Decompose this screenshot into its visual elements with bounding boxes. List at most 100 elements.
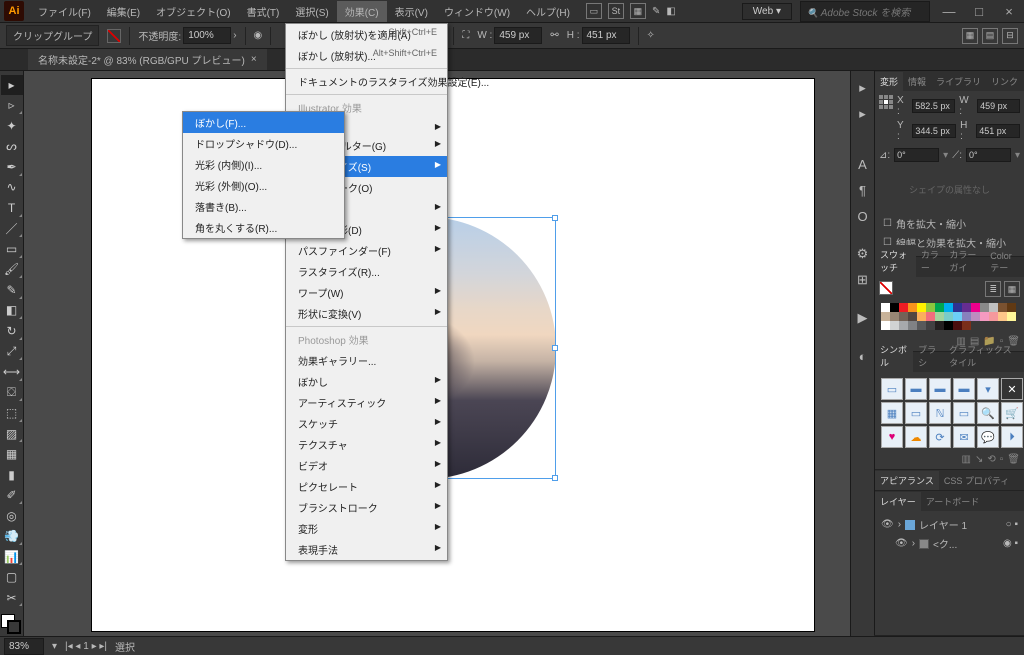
no-fill-icon[interactable]	[107, 29, 121, 43]
thumb-view-icon[interactable]: ▦	[1004, 281, 1020, 297]
workspace-switcher[interactable]: Web ▾	[742, 3, 792, 20]
resize-handle[interactable]	[552, 215, 558, 221]
symbol-item[interactable]: ℕ	[929, 402, 951, 424]
swatch-lib-icon[interactable]: ▥	[956, 336, 965, 347]
tab-artboards[interactable]: アートボード	[921, 492, 984, 511]
swatch[interactable]	[953, 312, 962, 321]
symbol-action-icon[interactable]: ↘	[975, 454, 983, 465]
menu-item[interactable]: 表現手法▶	[286, 539, 447, 560]
menu-help[interactable]: ヘルプ(H)	[518, 1, 578, 22]
menu-item[interactable]: ドキュメントのラスタライズ効果設定(E)...	[286, 71, 447, 92]
menu-view[interactable]: 表示(V)	[387, 1, 436, 22]
swatch[interactable]	[917, 321, 926, 330]
menu-item[interactable]: ぼかし (放射状)を適用(A)Shift+Ctrl+E	[286, 24, 447, 45]
symbol-action-icon[interactable]: ▫	[1000, 454, 1004, 465]
swatch[interactable]	[899, 303, 908, 312]
target-icon[interactable]: ◉ ▪	[1003, 538, 1018, 549]
arrange-docs-icon[interactable]: ▦	[962, 28, 978, 44]
layer-name[interactable]: レイヤー 1	[919, 517, 967, 532]
menu-item[interactable]: ラスタライズ(R)...	[286, 261, 447, 282]
symbol-item[interactable]: ⟳	[929, 426, 951, 448]
menu-edit[interactable]: 編集(E)	[99, 1, 148, 22]
visibility-toggle[interactable]: 👁	[895, 538, 908, 549]
symbol-item[interactable]: ▭	[905, 402, 927, 424]
line-tool[interactable]: ／	[1, 219, 23, 239]
dock-icon[interactable]: ◐	[852, 345, 874, 367]
zoom-level[interactable]: 83%	[4, 638, 44, 655]
dock-icon[interactable]: ▸	[852, 103, 874, 125]
menu-item[interactable]: テクスチャ▶	[286, 434, 447, 455]
swatch[interactable]	[899, 312, 908, 321]
menu-select[interactable]: 選択(S)	[287, 1, 336, 22]
scale-tool[interactable]: ⤢	[1, 342, 23, 362]
swatch[interactable]	[1007, 312, 1016, 321]
tab-swatches[interactable]: スウォッチ	[875, 245, 916, 277]
pen-tool[interactable]: ✒	[1, 157, 23, 177]
swatch[interactable]	[881, 303, 890, 312]
menu-item[interactable]: アーティスティック▶	[286, 392, 447, 413]
tab-appearance[interactable]: アピアランス	[875, 471, 939, 490]
swatch[interactable]	[935, 312, 944, 321]
minimize-button[interactable]: —	[938, 4, 960, 19]
adobe-stock-search[interactable]: 🔍 Adobe Stock を検索	[800, 1, 930, 22]
swatch-options-icon[interactable]: ▤	[970, 336, 979, 347]
menu-item[interactable]: ぼかし (放射状)...Alt+Shift+Ctrl+E	[286, 45, 447, 66]
symbol-item[interactable]: ▾	[977, 378, 999, 400]
menu-item[interactable]: 光彩 (内側)(I)...	[183, 154, 344, 175]
perspective-tool[interactable]: ▨	[1, 424, 23, 444]
visibility-toggle[interactable]: 👁	[881, 519, 894, 530]
opacity-input[interactable]: 100%	[183, 27, 231, 44]
swatch[interactable]	[962, 303, 971, 312]
symbol-item[interactable]: ▬	[929, 378, 951, 400]
list-view-icon[interactable]: ≣	[985, 281, 1001, 297]
menu-file[interactable]: ファイル(F)	[30, 1, 99, 22]
swatch[interactable]	[908, 321, 917, 330]
rectangle-tool[interactable]: ▭	[1, 239, 23, 259]
menu-item[interactable]: 形状に変換(V)▶	[286, 303, 447, 324]
tab-layers[interactable]: レイヤー	[875, 492, 921, 511]
blend-tool[interactable]: ◎	[1, 506, 23, 526]
swatch[interactable]	[881, 312, 890, 321]
swatch[interactable]	[971, 312, 980, 321]
swatch[interactable]	[890, 303, 899, 312]
reference-point-icon[interactable]	[879, 95, 893, 109]
swatch[interactable]	[908, 303, 917, 312]
target-icon[interactable]: ○ ▪	[1006, 519, 1018, 530]
symbol-item[interactable]: 🛒	[1001, 402, 1023, 424]
graph-tool[interactable]: 📊	[1, 547, 23, 567]
swatch[interactable]	[953, 321, 962, 330]
tab-colorguide[interactable]: カラーガイ	[944, 245, 985, 277]
menu-item[interactable]: ブラシストローク▶	[286, 497, 447, 518]
eraser-tool[interactable]: ◧	[1, 301, 23, 321]
symbol-item[interactable]: ✕	[1001, 378, 1023, 400]
height-input[interactable]: 451 px	[582, 27, 630, 44]
transform-icon[interactable]: ⛶	[462, 30, 469, 41]
dock-icon[interactable]: ▸	[852, 77, 874, 99]
resize-handle[interactable]	[552, 345, 558, 351]
menu-item[interactable]: ドロップシャドウ(D)...	[183, 133, 344, 154]
resize-handle[interactable]	[552, 475, 558, 481]
tab-info[interactable]: 情報	[903, 72, 931, 91]
symbol-item[interactable]: 🔍	[977, 402, 999, 424]
swatch[interactable]	[890, 321, 899, 330]
y-input[interactable]: 344.5 px	[912, 124, 956, 138]
shear-input[interactable]: 0°	[966, 148, 1011, 162]
link-wh-icon[interactable]: ⚯	[550, 30, 558, 41]
recolor-icon[interactable]: ◉	[254, 30, 263, 41]
eyedropper-tool[interactable]: ✐	[1, 485, 23, 505]
magic-wand-tool[interactable]: ✦	[1, 116, 23, 136]
gradient-tool[interactable]: ▮	[1, 465, 23, 485]
toolbar-icon[interactable]: ✎	[652, 6, 660, 17]
maximize-button[interactable]: □	[968, 4, 990, 19]
swatch[interactable]	[1007, 303, 1016, 312]
shaper-tool[interactable]: ✎	[1, 280, 23, 300]
checkbox[interactable]: ☐	[883, 218, 892, 229]
isolate-icon[interactable]: ✧	[647, 30, 655, 41]
character-panel-icon[interactable]: A	[852, 153, 874, 175]
w-input[interactable]: 459 px	[977, 99, 1020, 113]
swatch[interactable]	[890, 312, 899, 321]
menu-item[interactable]: 効果ギャラリー...	[286, 350, 447, 371]
menu-item[interactable]: 光彩 (外側)(O)...	[183, 175, 344, 196]
paintbrush-tool[interactable]: 🖌	[1, 260, 23, 280]
free-transform-tool[interactable]: ⛋	[1, 383, 23, 403]
